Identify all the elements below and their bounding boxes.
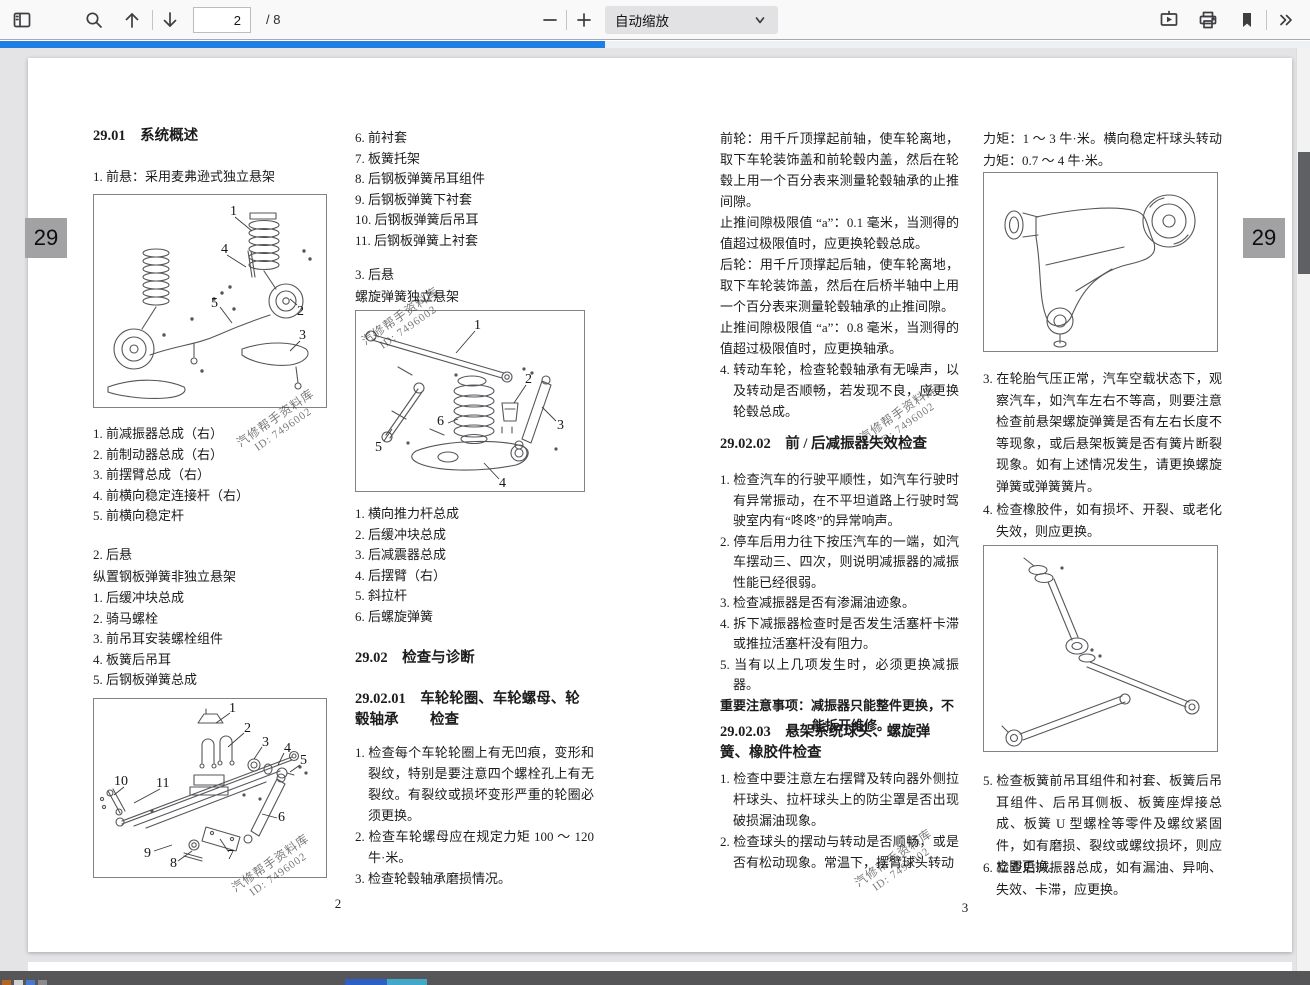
vertical-scrollbar[interactable] xyxy=(1296,48,1310,985)
toolbar-divider xyxy=(152,10,153,30)
loading-bar-track xyxy=(0,41,1310,48)
page-number-2: 2 xyxy=(93,896,583,912)
svg-text:4: 4 xyxy=(221,242,228,257)
taskbar-icon[interactable] xyxy=(345,979,387,985)
toolbar-divider xyxy=(1266,10,1267,30)
section-290203-heading: 29.02.03 悬架系统球头、螺旋弹簧、橡胶件检查 xyxy=(720,722,959,764)
front-parts-list: 1. 前减振器总成（右） 2. 前制动器总成（右） 3. 前摆臂总成（右） 4.… xyxy=(93,424,332,527)
svg-text:5: 5 xyxy=(211,296,218,311)
svg-text:6: 6 xyxy=(278,810,285,825)
leaf-spring-diagram: 1 2 3 4 5 6 7 8 9 10 11 xyxy=(93,698,327,878)
svg-text:3: 3 xyxy=(262,735,269,750)
control-arm-diagram xyxy=(983,172,1218,352)
next-page-button[interactable] xyxy=(156,6,184,34)
rear-damper-check-item: 6. 检查后减振器总成，如有漏油、异响、失效、卡滞，应更换。 xyxy=(983,857,1222,900)
more-tools-button[interactable] xyxy=(1272,6,1300,34)
chapter-tab-right: 29 xyxy=(1243,218,1285,258)
taskbar-icon[interactable] xyxy=(2,980,11,985)
taskbar-icon[interactable] xyxy=(26,980,35,985)
coil-parts-list: 1. 横向推力杆总成 2. 后缓冲块总成 3. 后减震器总成 4. 后摆臂（右）… xyxy=(355,504,594,627)
svg-text:4: 4 xyxy=(499,476,506,491)
os-taskbar[interactable] xyxy=(0,971,1310,985)
bookmark-icon xyxy=(1237,10,1257,30)
svg-text:5: 5 xyxy=(300,753,307,768)
svg-text:3: 3 xyxy=(557,418,564,433)
section-290202-heading: 29.02.02 前 / 后减振器失效检查 xyxy=(720,432,959,453)
svg-text:2: 2 xyxy=(297,304,304,319)
section-290201-heading-line2: 检查 xyxy=(430,708,594,729)
zoom-scale-value: 自动缩放 xyxy=(615,10,669,30)
sidebar-toggle-icon xyxy=(12,10,32,30)
torque-paragraph: 力矩：1 ～ 3 牛·米。横向稳定杆球头转动力矩：0.7 ～ 4 牛·米。 xyxy=(983,128,1222,172)
taskbar-icon[interactable] xyxy=(387,979,427,985)
bookmark-button[interactable] xyxy=(1233,6,1261,34)
pdf-toolbar: / 8 自动缩放 xyxy=(0,0,1310,40)
zoom-in-button[interactable] xyxy=(570,6,598,34)
taskbar-icon[interactable] xyxy=(14,980,23,985)
svg-text:3: 3 xyxy=(299,328,306,343)
zoom-scale-select[interactable]: 自动缩放 xyxy=(605,6,778,34)
leaf-parts-list-a: 1. 后缓冲块总成 2. 骑马螺栓 3. 前吊耳安装螺栓组件 4. 板簧后吊耳 … xyxy=(93,588,332,691)
front-suspension-intro: 1. 前悬：采用麦弗逊式独立悬架 xyxy=(93,166,332,187)
page-number-3: 3 xyxy=(720,900,1210,916)
front-suspension-diagram: 1 2 3 4 5 xyxy=(93,194,327,408)
page-count-label: / 8 xyxy=(266,0,280,40)
double-chevron-right-icon xyxy=(1276,10,1296,30)
rubber-check-item: 4. 检查橡胶件，如有损坏、开裂、或老化失效，则应更换。 xyxy=(983,499,1222,542)
sidebar-toggle-button[interactable] xyxy=(8,6,36,34)
rear-leaf-subtitle: 纵置钢板弹簧非独立悬架 xyxy=(93,566,332,587)
svg-text:11: 11 xyxy=(156,776,169,791)
spring-height-check-item: 3. 在轮胎气压正常，汽车空载状态下，观察汽车，如汽车左右不等高，则要注意检查前… xyxy=(983,368,1222,497)
important-note-line1: 重要注意事项：减振器只能整件更换，不 xyxy=(720,696,959,717)
rear-coil-suspension-diagram: 1 2 3 4 5 6 xyxy=(355,310,585,492)
previous-page-button[interactable] xyxy=(118,6,146,34)
zoom-out-button[interactable] xyxy=(536,6,564,34)
print-icon xyxy=(1198,10,1218,30)
svg-text:8: 8 xyxy=(170,856,177,871)
section-2902-heading: 29.02 检查与诊断 xyxy=(355,646,594,667)
svg-text:7: 7 xyxy=(227,848,234,863)
svg-text:2: 2 xyxy=(244,721,251,736)
svg-text:1: 1 xyxy=(474,318,481,333)
plus-icon xyxy=(574,10,594,30)
search-icon xyxy=(84,10,104,30)
wheel-check-list: 1. 检查每个车轮轮圈上有无凹痕，变形和裂纹，特别是要注意四个螺栓孔上有无裂纹。… xyxy=(355,742,594,889)
rear-coil-subtitle: 螺旋弹簧独立悬架 xyxy=(355,286,594,307)
section-2901-heading: 29.01 系统概述 xyxy=(93,124,332,145)
hub-bearing-paragraphs: 前轮：用千斤顶撑起前轴，使车轮离地，取下车轮装饰盖和前轮毂内盖，然后在轮毂上用一… xyxy=(720,128,959,422)
svg-text:10: 10 xyxy=(114,774,128,789)
taskbar-icon[interactable] xyxy=(38,980,47,985)
next-page-top-edge xyxy=(28,962,1292,971)
scrollbar-thumb[interactable] xyxy=(1298,152,1310,274)
page-spread: 汽修帮手资料库ID: 7496002 汽修帮手资料库ID: 7496002 汽修… xyxy=(28,58,1292,952)
svg-text:1: 1 xyxy=(230,204,237,219)
svg-text:9: 9 xyxy=(144,846,151,861)
print-button[interactable] xyxy=(1194,6,1222,34)
damper-check-list: 1. 检查汽车的行驶平顺性，如汽车行驶时有异常振动，在不平坦道路上行驶时驾驶室内… xyxy=(720,470,959,737)
arrow-down-icon xyxy=(160,10,180,30)
svg-text:4: 4 xyxy=(284,741,291,756)
find-button[interactable] xyxy=(80,6,108,34)
pdf-viewer-area[interactable]: 汽修帮手资料库ID: 7496002 汽修帮手资料库ID: 7496002 汽修… xyxy=(0,48,1310,985)
svg-text:6: 6 xyxy=(437,414,444,429)
toolbar-divider xyxy=(566,10,567,30)
svg-text:1: 1 xyxy=(229,701,236,716)
leaf-parts-list-b: 6. 前衬套 7. 板簧托架 8. 后钢板弹簧吊耳组件 9. 后钢板弹簧下衬套 … xyxy=(355,128,594,251)
svg-text:5: 5 xyxy=(375,440,382,455)
page-number-input[interactable] xyxy=(193,7,251,33)
ball-joint-check-list: 1. 检查中要注意左右摆臂及转向器外侧拉杆球头、拉杆球头上的防尘罩是否出现破损漏… xyxy=(720,768,959,873)
arrow-up-icon xyxy=(122,10,142,30)
loading-bar-progress xyxy=(0,41,605,48)
chevron-down-icon xyxy=(752,12,768,28)
svg-text:2: 2 xyxy=(525,372,532,387)
minus-icon xyxy=(540,10,560,30)
chapter-tab-left: 29 xyxy=(25,218,67,258)
presentation-icon xyxy=(1159,10,1179,30)
rear-leaf-title: 2. 后悬 xyxy=(93,544,332,565)
rear-coil-title: 3. 后悬 xyxy=(355,264,594,285)
presentation-mode-button[interactable] xyxy=(1155,6,1183,34)
stabilizer-link-diagram xyxy=(983,545,1218,752)
